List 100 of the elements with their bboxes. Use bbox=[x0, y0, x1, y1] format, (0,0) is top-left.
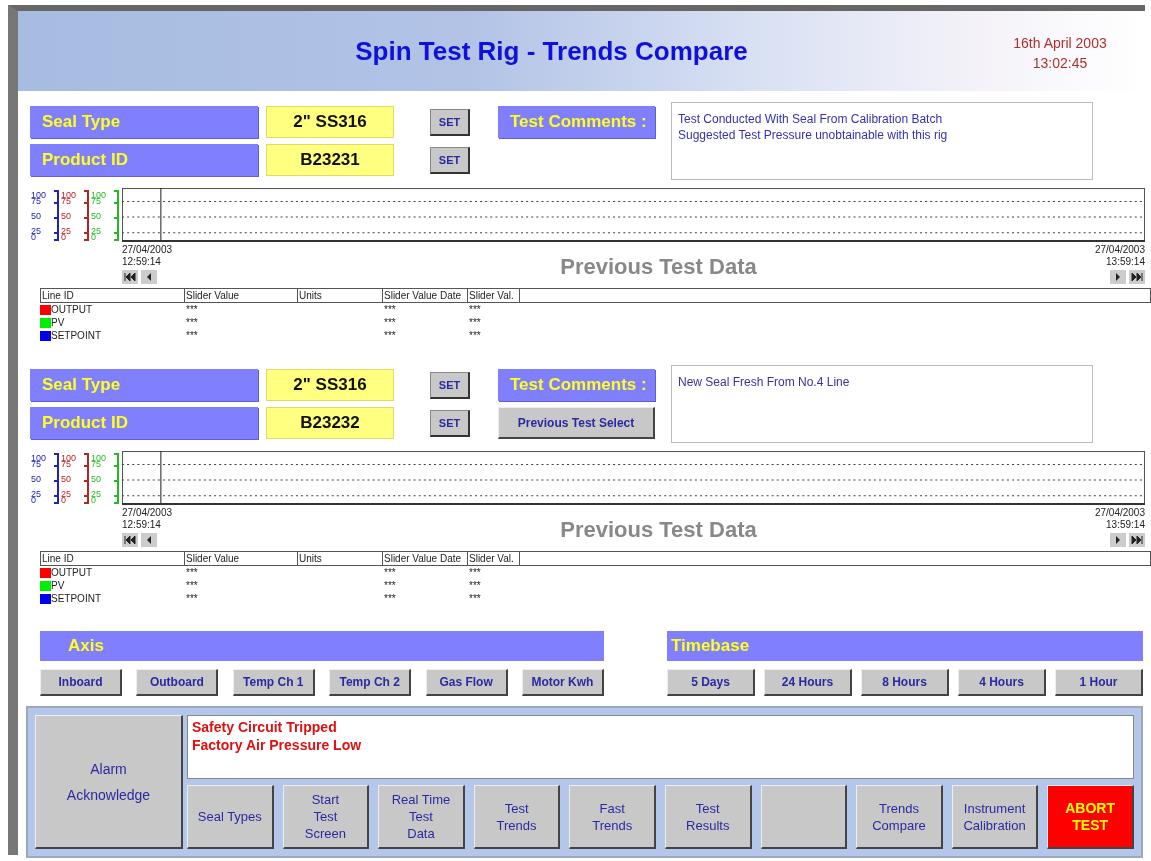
column-header: Slider Value bbox=[185, 289, 298, 302]
axis-button[interactable]: Motor Kwh bbox=[521, 669, 604, 696]
axis-button[interactable]: Temp Ch 1 bbox=[232, 669, 315, 696]
column-header: Units bbox=[298, 289, 383, 302]
table-cell: *** bbox=[469, 580, 481, 591]
column-header: Slider Val. bbox=[468, 289, 520, 302]
abort-test-button[interactable]: ABORT TEST bbox=[1047, 785, 1134, 849]
alarm-acknowledge-button[interactable]: Alarm Acknowledge bbox=[35, 715, 183, 849]
table-cell: *** bbox=[186, 593, 198, 604]
axis-button[interactable]: Gas Flow bbox=[425, 669, 508, 696]
table-cell: *** bbox=[384, 317, 396, 328]
timebase-button[interactable]: 8 Hours bbox=[861, 669, 949, 696]
line-name: SETPOINT bbox=[51, 592, 101, 605]
set-button[interactable]: SET bbox=[430, 108, 470, 136]
table-cell: *** bbox=[186, 304, 198, 315]
axis-button[interactable]: Outboard bbox=[136, 669, 219, 696]
table-cell: *** bbox=[384, 593, 396, 604]
column-header: Slider Value Date bbox=[383, 552, 468, 565]
group-title: Timebase bbox=[667, 631, 1143, 661]
field-label: Test Comments : bbox=[498, 369, 655, 401]
section-caption: Previous Test Data bbox=[559, 516, 758, 543]
axis-button[interactable]: Temp Ch 2 bbox=[329, 669, 412, 696]
set-button[interactable]: SET bbox=[430, 146, 470, 174]
set-button[interactable]: SET bbox=[430, 409, 470, 437]
end-time: 13:59:14 bbox=[1105, 256, 1145, 268]
table-cell: *** bbox=[186, 567, 198, 578]
value-field: 2" SS316 bbox=[266, 369, 394, 401]
start-date: 27/04/2003 bbox=[122, 507, 174, 519]
table-cell: *** bbox=[384, 304, 396, 315]
first-icon[interactable] bbox=[122, 533, 138, 547]
axis-scale: 100 75 50 25 0 bbox=[30, 453, 60, 505]
field-label: Test Comments : bbox=[498, 106, 655, 138]
field-label: Product ID bbox=[30, 144, 258, 176]
comment-text: New Seal Fresh From No.4 Line bbox=[678, 374, 851, 390]
nav-button[interactable]: Fast Trends bbox=[569, 785, 656, 849]
nav-button[interactable]: Seal Types bbox=[187, 785, 274, 849]
nav-button[interactable]: Test Results bbox=[664, 785, 752, 849]
column-header: Units bbox=[298, 552, 383, 565]
nav-button[interactable]: Instrument Calibration bbox=[951, 785, 1039, 849]
date-text: 16th April 2003 bbox=[1012, 34, 1108, 53]
comment-text: Suggested Test Pressure unobtainable with this rig bbox=[678, 127, 949, 143]
timebase-button[interactable]: 5 Days bbox=[667, 669, 755, 696]
field-label: Seal Type bbox=[30, 369, 258, 401]
blank-button[interactable] bbox=[760, 785, 848, 849]
first-icon[interactable] bbox=[122, 270, 138, 284]
field-label: Product ID bbox=[30, 407, 258, 439]
next-icon[interactable] bbox=[1110, 533, 1126, 547]
table-cell: *** bbox=[469, 304, 481, 315]
line-name: PV bbox=[51, 316, 65, 329]
axis-scale: 100 75 50 25 0 bbox=[60, 190, 90, 242]
table-cell: *** bbox=[469, 593, 481, 604]
column-header: Line ID bbox=[41, 552, 185, 565]
end-time: 13:59:14 bbox=[1105, 519, 1145, 531]
group-title: Axis bbox=[40, 631, 604, 661]
table-cell: *** bbox=[186, 580, 198, 591]
table-cell: *** bbox=[186, 317, 198, 328]
nav-button[interactable]: Real Time Test Data bbox=[378, 785, 465, 849]
line-name: PV bbox=[51, 579, 65, 592]
nav-button[interactable]: Start Test Screen bbox=[282, 785, 370, 849]
table-cell: *** bbox=[469, 317, 481, 328]
last-icon[interactable] bbox=[1129, 270, 1145, 284]
axis-scale: 100 75 50 25 0 bbox=[30, 190, 60, 242]
section-caption: Previous Test Data bbox=[559, 253, 758, 280]
column-header: Slider Val. bbox=[468, 552, 520, 565]
timebase-button[interactable]: 4 Hours bbox=[958, 669, 1046, 696]
time-text: 13:02:45 bbox=[1031, 54, 1089, 73]
set-button[interactable]: SET bbox=[430, 371, 470, 399]
value-field: B23231 bbox=[266, 144, 394, 176]
table-cell: *** bbox=[384, 567, 396, 578]
table-cell: *** bbox=[469, 567, 481, 578]
next-icon[interactable] bbox=[1110, 270, 1126, 284]
table-cell: *** bbox=[384, 580, 396, 591]
end-date: 27/04/2003 bbox=[1093, 507, 1145, 519]
value-field: B23232 bbox=[266, 407, 394, 439]
alarm-message: Factory Air Pressure Low bbox=[192, 736, 363, 754]
last-icon[interactable] bbox=[1129, 533, 1145, 547]
nav-button[interactable]: Trends Compare bbox=[856, 785, 943, 849]
line-name: SETPOINT bbox=[51, 329, 101, 342]
start-date: 27/04/2003 bbox=[122, 244, 174, 256]
previous-icon[interactable] bbox=[141, 533, 157, 547]
table-cell: *** bbox=[186, 330, 198, 341]
axis-scale: 100 75 50 25 0 bbox=[60, 453, 90, 505]
column-header: Slider Value bbox=[185, 552, 298, 565]
page-title: Spin Test Rig - Trends Compare bbox=[354, 35, 749, 67]
column-header: Slider Value Date bbox=[383, 289, 468, 302]
table-cell: *** bbox=[384, 330, 396, 341]
start-time: 12:59:14 bbox=[122, 256, 162, 268]
value-field: 2" SS316 bbox=[266, 106, 394, 138]
axis-button[interactable]: Inboard bbox=[40, 669, 122, 696]
nav-button[interactable]: Test Trends bbox=[473, 785, 561, 849]
previous-test-select-button[interactable]: Previous Test Select bbox=[498, 407, 655, 439]
timebase-button[interactable]: 24 Hours bbox=[764, 669, 852, 696]
previous-icon[interactable] bbox=[141, 270, 157, 284]
timebase-button[interactable]: 1 Hour bbox=[1055, 669, 1143, 696]
comment-text: Test Conducted With Seal From Calibration Batch bbox=[678, 111, 944, 127]
column-header: Line ID bbox=[41, 289, 185, 302]
alarm-message: Safety Circuit Tripped bbox=[192, 718, 338, 736]
line-name: OUTPUT bbox=[51, 303, 93, 316]
table-cell: *** bbox=[469, 330, 481, 341]
axis-scale: 100 75 50 25 0 bbox=[90, 190, 120, 242]
